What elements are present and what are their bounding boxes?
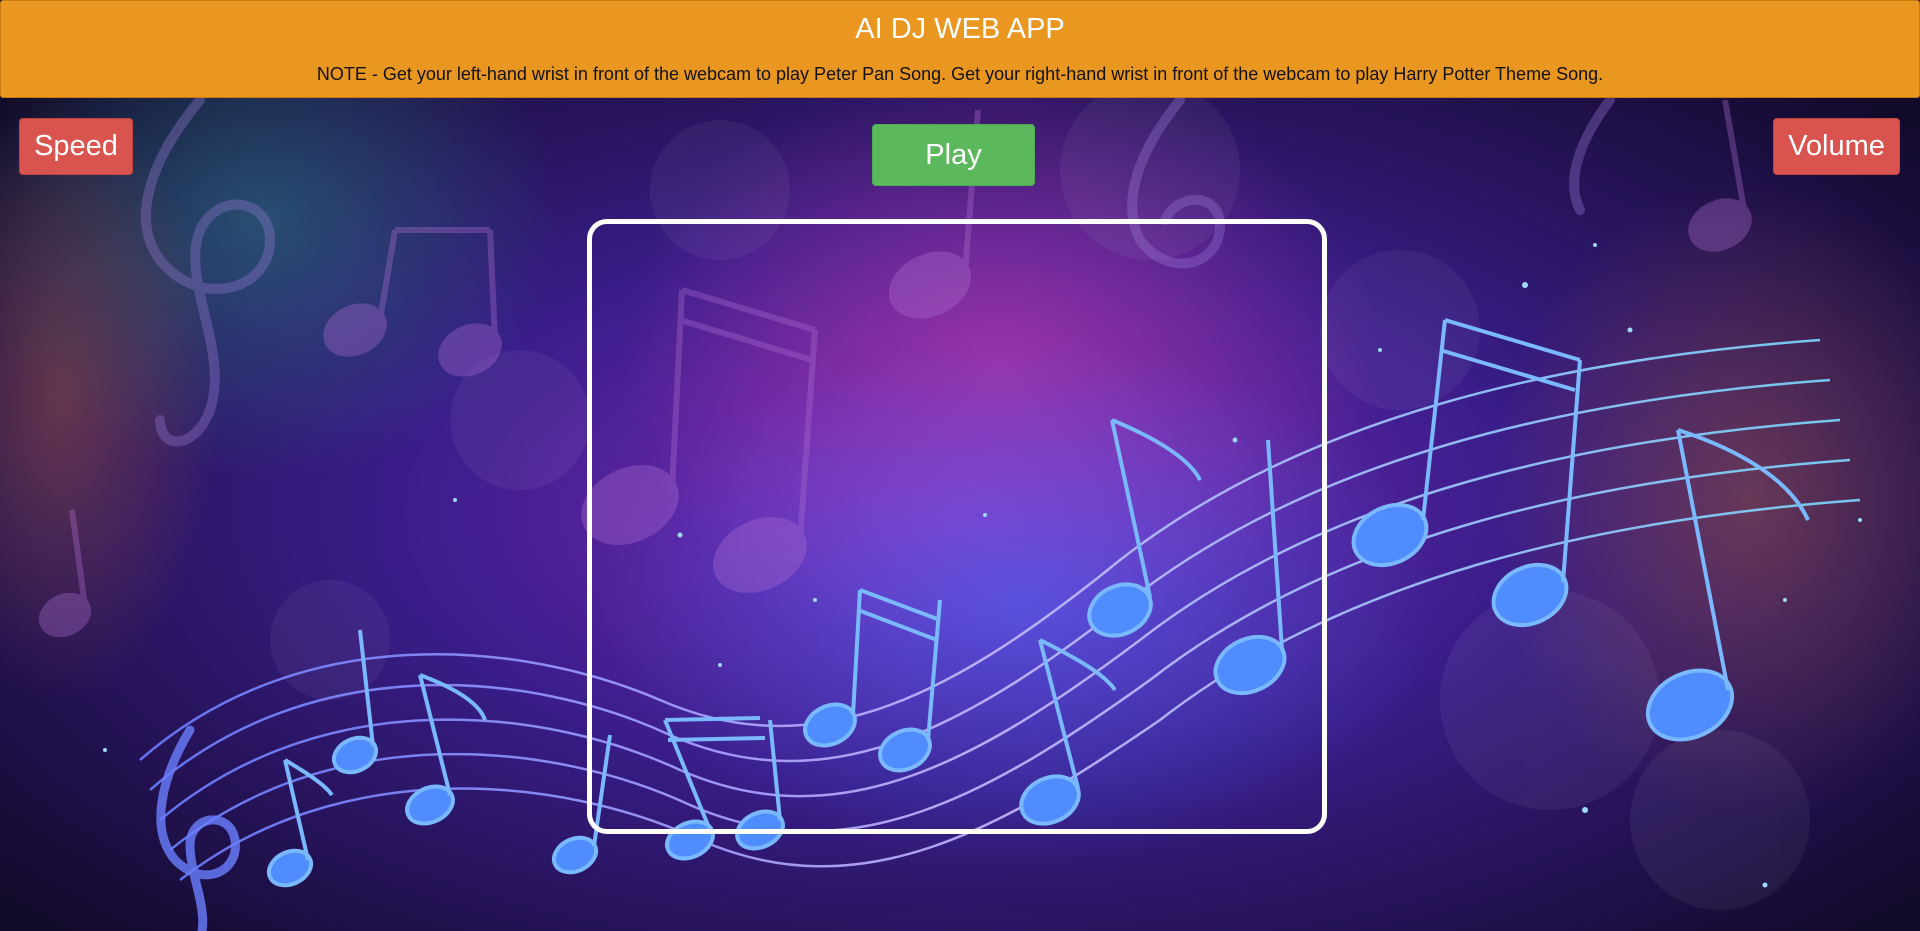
volume-button[interactable]: Volume [1773,118,1900,175]
webcam-canvas [587,219,1327,834]
app-header: AI DJ WEB APP NOTE - Get your left-hand … [0,0,1920,98]
play-button[interactable]: Play [872,124,1035,186]
speed-button[interactable]: Speed [19,118,133,175]
app-title: AI DJ WEB APP [855,13,1065,45]
instructions-note: NOTE - Get your left-hand wrist in front… [316,64,1604,84]
